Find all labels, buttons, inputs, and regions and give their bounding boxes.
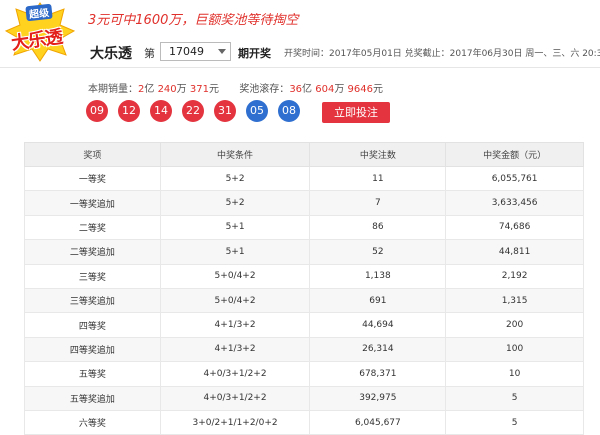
prize-amount-cell: 5 — [445, 409, 584, 435]
table-row: 四等奖 4+1/3+2 44,694 200 — [24, 312, 584, 338]
prize-amount-cell: 74,686 — [445, 214, 584, 241]
chevron-down-icon — [218, 49, 226, 54]
prize-name-cell: 五等奖 — [24, 361, 161, 387]
issue-select-value: 17049 — [169, 45, 204, 58]
prize-condition-cell: 5+2 — [159, 165, 311, 192]
prize-winners-cell: 26,314 — [309, 336, 447, 363]
red-ball: 22 — [182, 100, 204, 122]
draw-meta: 开奖时间：2017年05月01日 兑奖截止：2017年06月30日 周一、三、六… — [284, 49, 600, 59]
red-ball: 12 — [118, 100, 140, 122]
prize-amount-cell: 3,633,456 — [445, 190, 584, 216]
column-header-winners: 中奖注数 — [309, 142, 447, 167]
table-row: 一等奖 5+2 11 6,055,761 — [24, 165, 584, 192]
sales-label: 本期销量： — [88, 84, 138, 95]
prize-name-cell: 二等奖 — [24, 214, 161, 241]
column-header-prize: 奖项 — [24, 142, 161, 167]
promo-slogan[interactable]: 3元可中1600万，巨额奖池等待掏空 — [88, 9, 298, 28]
sales-yuan-unit: 元 — [208, 84, 219, 95]
prize-name-cell: 四等奖 — [24, 312, 161, 338]
prize-amount-cell: 1,315 — [445, 287, 584, 314]
prize-amount-cell: 10 — [445, 361, 584, 387]
sales-wan: 240 — [157, 84, 177, 95]
prize-table-body: 一等奖 5+2 11 6,055,761 一等奖追加 5+2 7 3,633,456 二等奖 5+… — [24, 165, 584, 435]
prize-condition-cell: 5+1 — [159, 239, 311, 265]
table-row: 一等奖追加 5+2 7 3,633,456 — [24, 190, 584, 216]
prize-condition-cell: 5+2 — [159, 190, 311, 216]
prize-winners-cell: 1,138 — [309, 263, 447, 289]
pool-yi: 36 — [289, 84, 303, 95]
sales-stats: 本期销量：2亿 240万 371元 奖池滚存：36亿 604万 9646元 — [88, 80, 383, 95]
prize-name-cell: 三等奖 — [24, 263, 161, 289]
prize-condition-cell: 5+0/4+2 — [159, 287, 311, 314]
pool-yuan-unit: 元 — [372, 84, 383, 95]
table-row: 二等奖追加 5+1 52 44,811 — [24, 239, 584, 265]
red-ball: 09 — [86, 100, 108, 122]
prize-winners-cell: 7 — [309, 190, 447, 216]
table-row: 三等奖 5+0/4+2 1,138 2,192 — [24, 263, 584, 289]
prize-name-cell: 四等奖追加 — [24, 336, 161, 363]
prize-name-cell: 三等奖追加 — [24, 287, 161, 314]
logo-badge: 超级 — [25, 3, 53, 22]
issue-suffix: 期开奖 — [238, 47, 271, 60]
prize-name-cell: 一等奖 — [24, 165, 161, 192]
blue-ball: 05 — [246, 100, 268, 122]
table-row: 五等奖 4+0/3+1/2+2 678,371 10 — [24, 361, 584, 387]
blue-ball: 08 — [278, 100, 300, 122]
prize-winners-cell: 691 — [309, 287, 447, 314]
red-ball: 14 — [150, 100, 172, 122]
buy-now-button[interactable]: 立即投注 — [322, 102, 390, 123]
table-row: 五等奖追加 4+0/3+1/2+2 392,975 5 — [24, 385, 584, 411]
prize-amount-cell: 6,055,761 — [445, 165, 584, 192]
prize-condition-cell: 3+0/2+1/1+2/0+2 — [159, 409, 311, 435]
promo-banner[interactable]: 3元可中1600万，巨额奖池等待掏空 — [0, 0, 600, 33]
draw-title-bar: 大乐透 第 17049 期开奖 开奖时间：2017年05月01日 兑奖截止：20… — [0, 36, 600, 68]
prize-name-cell: 五等奖追加 — [24, 385, 161, 411]
sales-yuan: 371 — [189, 84, 209, 95]
prize-amount-cell: 5 — [445, 385, 584, 411]
issue-prefix: 第 — [144, 47, 155, 60]
prize-condition-cell: 4+0/3+1/2+2 — [159, 385, 311, 411]
prize-winners-cell: 52 — [309, 239, 447, 265]
prize-amount-cell: 2,192 — [445, 263, 584, 289]
prize-winners-cell: 86 — [309, 214, 447, 241]
table-row: 二等奖 5+1 86 74,686 — [24, 214, 584, 241]
pool-wan: 604 — [315, 84, 335, 95]
column-header-condition: 中奖条件 — [159, 142, 311, 167]
pool-yuan: 9646 — [347, 84, 373, 95]
prize-winners-cell: 678,371 — [309, 361, 447, 387]
table-row: 六等奖 3+0/2+1/1+2/0+2 6,045,677 5 — [24, 409, 584, 435]
prize-amount-cell: 200 — [445, 312, 584, 338]
prize-name-cell: 一等奖追加 — [24, 190, 161, 216]
prize-name-cell: 二等奖追加 — [24, 239, 161, 265]
prize-winners-cell: 6,045,677 — [309, 409, 447, 435]
table-row: 四等奖追加 4+1/3+2 26,314 100 — [24, 336, 584, 363]
prize-winners-cell: 392,975 — [309, 385, 447, 411]
prize-name-cell: 六等奖 — [24, 409, 161, 435]
pool-yi-unit: 亿 — [302, 84, 313, 95]
pool-label: 奖池滚存： — [239, 84, 290, 95]
issue-select[interactable]: 17049 — [160, 42, 231, 61]
prize-condition-cell: 5+0/4+2 — [159, 263, 311, 289]
prize-table: 奖项 中奖条件 中奖注数 中奖金额（元） 一等奖 5+2 11 6,055,761 一等… — [24, 142, 584, 435]
prize-winners-cell: 11 — [309, 165, 447, 192]
sales-yi-unit: 亿 — [144, 84, 155, 95]
prize-amount-cell: 100 — [445, 336, 584, 363]
prize-condition-cell: 4+1/3+2 — [159, 312, 311, 338]
prize-condition-cell: 4+1/3+2 — [159, 336, 311, 363]
prize-condition-cell: 4+0/3+1/2+2 — [159, 361, 311, 387]
pool-wan-unit: 万 — [334, 84, 345, 95]
sales-wan-unit: 万 — [176, 84, 187, 95]
prize-amount-cell: 44,811 — [445, 239, 584, 265]
game-title: 大乐透 — [90, 46, 132, 62]
table-row: 三等奖追加 5+0/4+2 691 1,315 — [24, 287, 584, 314]
table-header-row: 奖项 中奖条件 中奖注数 中奖金额（元） — [24, 142, 584, 167]
prize-condition-cell: 5+1 — [159, 214, 311, 241]
prize-winners-cell: 44,694 — [309, 312, 447, 338]
column-header-amount: 中奖金额（元） — [445, 142, 584, 167]
red-ball: 31 — [214, 100, 236, 122]
